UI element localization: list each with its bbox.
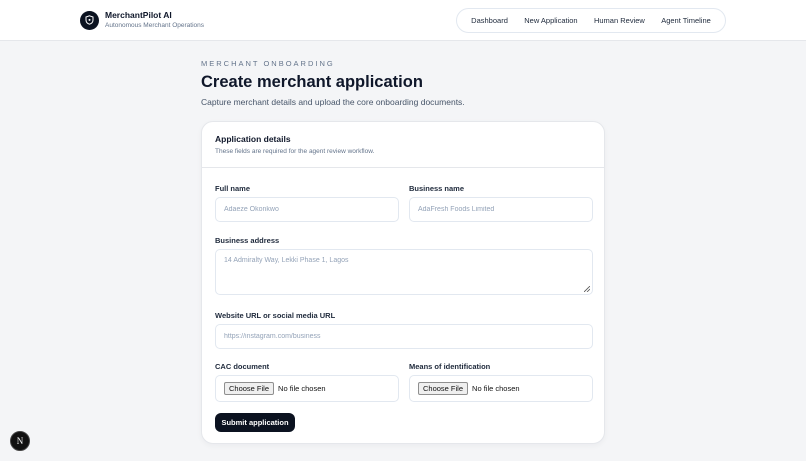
application-form-card: Application details These fields are req… bbox=[201, 121, 605, 444]
website-input[interactable] bbox=[215, 324, 593, 349]
card-title: Application details bbox=[215, 134, 291, 144]
brand-name: MerchantPilot AI bbox=[105, 10, 172, 20]
submit-application-button[interactable]: Submit application bbox=[215, 413, 295, 432]
cac-document-label: CAC document bbox=[215, 362, 270, 371]
nav-item-new-application[interactable]: New Application bbox=[524, 16, 577, 25]
nav-item-agent-timeline[interactable]: Agent Timeline bbox=[661, 16, 711, 25]
business-address-textarea[interactable] bbox=[215, 249, 593, 295]
main-nav: Dashboard New Application Human Review A… bbox=[456, 8, 726, 33]
id-file-status: No file chosen bbox=[472, 384, 520, 393]
page-subtitle: Capture merchant details and upload the … bbox=[201, 97, 465, 107]
page-eyebrow: MERCHANT ONBOARDING bbox=[201, 59, 335, 68]
business-name-label: Business name bbox=[409, 184, 465, 193]
full-name-label: Full name bbox=[215, 184, 251, 193]
website-label: Website URL or social media URL bbox=[215, 311, 336, 320]
top-navigation-bar: MerchantPilot AI Autonomous Merchant Ope… bbox=[0, 0, 806, 41]
nav-item-human-review[interactable]: Human Review bbox=[594, 16, 645, 25]
card-subtitle: These fields are required for the agent … bbox=[215, 148, 375, 155]
identification-file-input[interactable]: Choose File No file chosen bbox=[409, 375, 593, 402]
cac-file-status: No file chosen bbox=[278, 384, 326, 393]
dev-tools-badge[interactable]: N bbox=[10, 431, 30, 451]
resize-grip-icon[interactable] bbox=[584, 286, 590, 292]
card-header: Application details These fields are req… bbox=[202, 122, 604, 168]
cac-choose-file-button[interactable]: Choose File bbox=[224, 382, 275, 395]
page-title: Create merchant application bbox=[201, 73, 423, 91]
identification-label: Means of identification bbox=[409, 362, 491, 371]
shield-icon bbox=[80, 10, 99, 30]
full-name-input[interactable] bbox=[215, 197, 399, 222]
nav-item-dashboard[interactable]: Dashboard bbox=[471, 16, 508, 25]
cac-document-file-input[interactable]: Choose File No file chosen bbox=[215, 375, 399, 402]
brand[interactable]: MerchantPilot AI Autonomous Merchant Ope… bbox=[80, 10, 204, 30]
business-address-label: Business address bbox=[215, 236, 280, 245]
brand-subtitle: Autonomous Merchant Operations bbox=[105, 22, 204, 29]
business-name-input[interactable] bbox=[409, 197, 593, 222]
id-choose-file-button[interactable]: Choose File bbox=[418, 382, 469, 395]
